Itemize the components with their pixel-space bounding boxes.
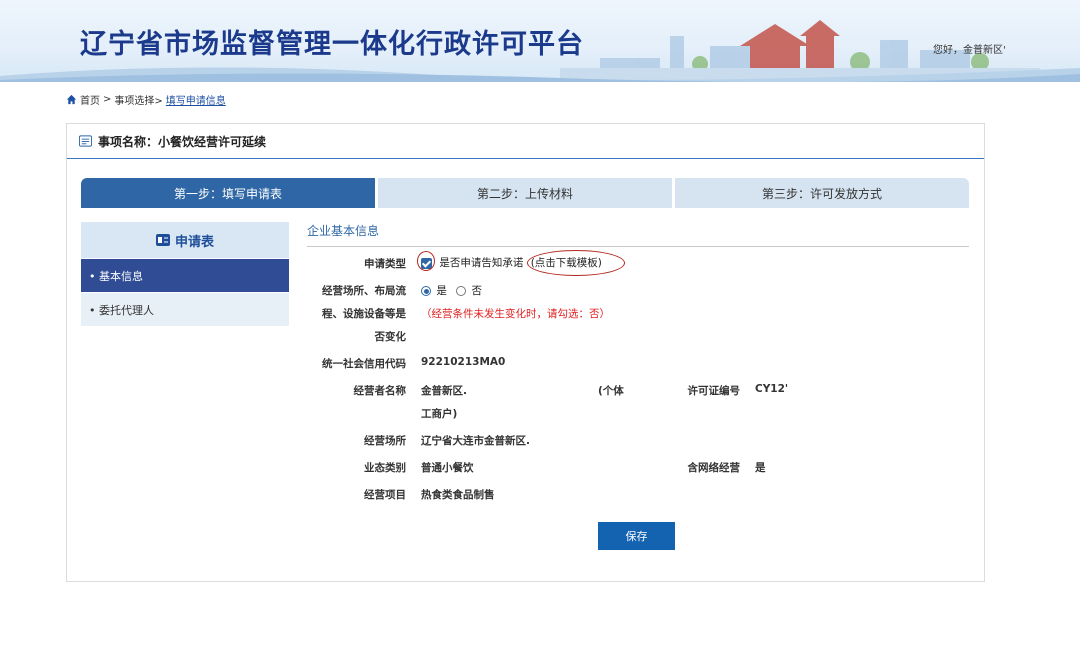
save-button[interactable]: 保存 bbox=[598, 522, 675, 550]
radio-no-label: 否 bbox=[471, 285, 483, 297]
business-type-value: 普通小餐饮 bbox=[421, 462, 474, 474]
items-value: 热食类食品制售 bbox=[421, 489, 495, 501]
operator-name-value: 金普新区. bbox=[421, 385, 467, 397]
section-title: 企业基本信息 bbox=[307, 222, 969, 247]
user-greeting[interactable]: 您好，金普新区' bbox=[933, 41, 1006, 56]
banner-wave-decoration bbox=[0, 67, 1080, 82]
operator-name-suffix: (个体 bbox=[598, 385, 624, 397]
change-radio-group: 是 否 bbox=[421, 283, 482, 298]
breadcrumb-select[interactable]: 事项选择> bbox=[114, 92, 162, 107]
form-icon bbox=[155, 234, 170, 246]
address-label: 经营场所 bbox=[364, 435, 406, 447]
commitment-checkbox-label: 是否申请告知承诺 bbox=[439, 257, 524, 269]
step-1-tab[interactable]: 第一步：填写申请表 bbox=[81, 178, 375, 208]
menu-item-basic-info[interactable]: • 基本信息 bbox=[81, 259, 289, 292]
operator-name-label: 经营者名称 bbox=[353, 385, 407, 397]
checkbox-highlight-circle bbox=[417, 251, 435, 271]
step-3-tab[interactable]: 第三步：许可发放方式 bbox=[675, 178, 969, 208]
breadcrumb-home[interactable]: 首页 bbox=[80, 92, 100, 107]
step-tabs: 第一步：填写申请表 第二步：上传材料 第三步：许可发放方式 bbox=[81, 178, 969, 208]
menu-item-agent[interactable]: • 委托代理人 bbox=[81, 293, 289, 326]
panel-header: 事项名称：小餐饮经营许可延续 bbox=[67, 124, 984, 159]
radio-yes[interactable] bbox=[421, 286, 431, 296]
change-label-line1: 经营场所、布局流 bbox=[322, 285, 406, 297]
radio-no[interactable] bbox=[456, 286, 467, 296]
radio-yes-label: 是 bbox=[436, 285, 447, 297]
credit-code-label: 统一社会信用代码 bbox=[322, 358, 406, 370]
document-icon bbox=[79, 135, 92, 147]
change-label-line2: 程、设施设备等是 bbox=[322, 308, 406, 320]
menu-title: 申请表 bbox=[174, 234, 214, 250]
credit-code-value: 92210213MA0 bbox=[421, 356, 506, 368]
online-label: 含网络经营 bbox=[687, 462, 741, 474]
breadcrumb-separator: > bbox=[103, 94, 112, 105]
business-type-label: 业态类别 bbox=[364, 462, 406, 474]
breadcrumb-current[interactable]: 填写申请信息 bbox=[166, 92, 226, 107]
left-menu: 申请表 • 基本信息 • 委托代理人 bbox=[81, 222, 289, 326]
change-note: （经营条件未发生变化时，请勾选：否） bbox=[421, 308, 610, 320]
platform-title: 辽宁省市场监督管理一体化行政许可平台 bbox=[80, 29, 584, 60]
main-panel: 事项名称：小餐饮经营许可延续 第一步：填写申请表 第二步：上传材料 第三步：许可… bbox=[66, 123, 985, 582]
license-no-value: CY12' bbox=[755, 383, 789, 395]
items-label: 经营项目 bbox=[364, 489, 406, 501]
menu-header: 申请表 bbox=[81, 222, 289, 258]
operator-name-suffix2: 工商户) bbox=[421, 408, 458, 420]
address-value: 辽宁省大连市金普新区. bbox=[421, 435, 530, 447]
online-value: 是 bbox=[755, 462, 766, 474]
template-highlight-circle bbox=[527, 250, 625, 276]
apply-type-label: 申请类型 bbox=[364, 258, 406, 270]
change-label-line3: 否变化 bbox=[374, 331, 407, 343]
home-icon[interactable] bbox=[66, 94, 77, 105]
step-2-tab[interactable]: 第二步：上传材料 bbox=[378, 178, 672, 208]
header-banner: 辽宁省市场监督管理一体化行政许可平台 您好，金普新区' bbox=[0, 0, 1080, 82]
license-no-label: 许可证编号 bbox=[687, 385, 741, 397]
breadcrumb: 首页 > 事项选择> 填写申请信息 bbox=[66, 92, 226, 107]
item-name-title: 事项名称：小餐饮经营许可延续 bbox=[98, 134, 267, 149]
form-area: 企业基本信息 bbox=[307, 222, 969, 247]
